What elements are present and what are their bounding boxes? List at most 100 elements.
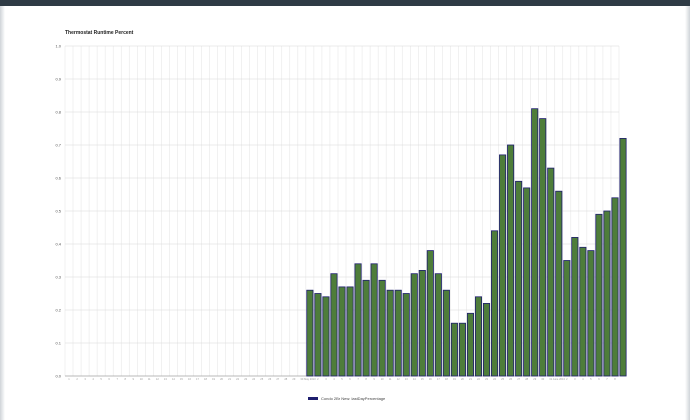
y-tick-label: 0.6 xyxy=(55,176,61,181)
x-tick-label: June 2013 xyxy=(553,377,566,381)
x-tick-label: 2 xyxy=(76,377,78,381)
bar xyxy=(555,190,563,377)
y-tick-label: 1.0 xyxy=(55,44,61,49)
x-tick-label: 4 xyxy=(582,377,584,381)
bar xyxy=(515,180,523,377)
bar xyxy=(370,263,378,377)
y-tick-label: 0.3 xyxy=(55,275,61,280)
x-tick-label: 5 xyxy=(341,377,343,381)
x-tick-label: 27 xyxy=(276,377,279,381)
x-tick-label: 20 xyxy=(461,377,464,381)
bar xyxy=(595,213,603,377)
x-tick-label: 23 xyxy=(244,377,247,381)
bar xyxy=(378,279,386,377)
bar xyxy=(539,118,547,377)
x-tick-label: 12 xyxy=(156,377,159,381)
x-tick-label: 8 xyxy=(365,377,367,381)
bar xyxy=(619,137,627,377)
y-tick-label: 0.5 xyxy=(55,209,61,214)
x-tick-label: 21 xyxy=(469,377,472,381)
bar xyxy=(418,269,426,377)
bar xyxy=(547,167,555,377)
bar xyxy=(474,296,483,377)
bar xyxy=(402,293,410,377)
x-tick-label: 5 xyxy=(100,377,102,381)
x-tick-label: 5 xyxy=(590,377,592,381)
x-tick-label: 10 xyxy=(140,377,143,381)
bar xyxy=(450,322,458,377)
bar xyxy=(523,187,531,377)
y-tick-label: 0.9 xyxy=(55,77,61,82)
x-tick-label: 30 xyxy=(541,377,544,381)
x-tick-label: 14 xyxy=(172,377,175,381)
bar xyxy=(306,289,314,377)
bar xyxy=(579,246,587,377)
x-tick-label: 13 xyxy=(405,377,408,381)
x-tick-label: 28 xyxy=(284,377,287,381)
x-tick-label: 29 xyxy=(292,377,295,381)
y-tick-label: 0.1 xyxy=(55,341,61,346)
bar xyxy=(531,108,539,377)
x-tick-label: 19 xyxy=(212,377,215,381)
bar xyxy=(458,322,466,377)
bar xyxy=(434,273,442,377)
bar xyxy=(442,289,450,377)
x-tick-label: 10 xyxy=(381,377,384,381)
legend-swatch xyxy=(308,397,318,400)
bar xyxy=(426,250,434,377)
x-tick-label: 1 xyxy=(68,377,70,381)
bar-chart: 0.00.10.20.30.40.50.60.70.80.91.01 2 3 4 5 6 7… xyxy=(55,44,627,381)
x-tick-label: 3 xyxy=(84,377,86,381)
bar xyxy=(338,286,346,377)
x-tick-label: 29 xyxy=(533,377,536,381)
bar xyxy=(587,250,595,377)
x-tick-label: 16 xyxy=(188,377,191,381)
chart-legend[interactable]: Condo 2Br New: lastDayPercentage xyxy=(308,396,385,401)
bar xyxy=(507,144,515,377)
x-tick-label: 8 xyxy=(614,377,616,381)
y-tick-label: 0.0 xyxy=(55,374,61,379)
x-tick-label: 6 xyxy=(349,377,351,381)
x-tick-label: 24 xyxy=(493,377,496,381)
x-tick-label: 11 xyxy=(148,377,151,381)
bar xyxy=(571,236,579,377)
bar xyxy=(611,197,619,377)
x-tick-label: 4 xyxy=(92,377,94,381)
x-tick-label: 16 xyxy=(429,377,432,381)
x-tick-label: 23 xyxy=(485,377,488,381)
bar xyxy=(563,260,571,377)
y-tick-label: 0.4 xyxy=(55,242,61,247)
x-tick-label: 25 xyxy=(260,377,263,381)
y-tick-label: 0.8 xyxy=(55,110,61,115)
bar xyxy=(482,302,491,377)
x-tick-label: 22 xyxy=(236,377,239,381)
x-tick-label: 17 xyxy=(437,377,440,381)
x-tick-label: 2 xyxy=(317,377,319,381)
bar xyxy=(314,293,322,377)
bar xyxy=(603,210,611,377)
x-tick-label: 21 xyxy=(228,377,231,381)
x-tick-label: 4 xyxy=(333,377,335,381)
y-tick-label: 0.2 xyxy=(55,308,61,313)
x-tick-label: 9 xyxy=(133,377,135,381)
x-tick-label: 19 xyxy=(453,377,456,381)
x-tick-label: 17 xyxy=(196,377,199,381)
x-tick-label: 11 xyxy=(389,377,392,381)
bar xyxy=(466,312,474,377)
x-tick-label: 26 xyxy=(268,377,271,381)
bar xyxy=(346,286,354,377)
x-tick-label: 14 xyxy=(413,377,416,381)
x-tick-label: 6 xyxy=(108,377,110,381)
x-tick-label: 3 xyxy=(325,377,327,381)
x-tick-label: 3 xyxy=(574,377,576,381)
x-tick-label: 25 xyxy=(501,377,504,381)
x-tick-label: 13 xyxy=(164,377,167,381)
bar xyxy=(386,289,394,377)
x-tick-label: 9 xyxy=(373,377,375,381)
x-tick-label: 20 xyxy=(220,377,223,381)
legend-label: Condo 2Br New: lastDayPercentage xyxy=(321,396,386,401)
bar xyxy=(354,263,362,377)
x-tick-label: 7 xyxy=(357,377,359,381)
bar xyxy=(330,273,338,377)
x-tick-label: 7 xyxy=(606,377,608,381)
